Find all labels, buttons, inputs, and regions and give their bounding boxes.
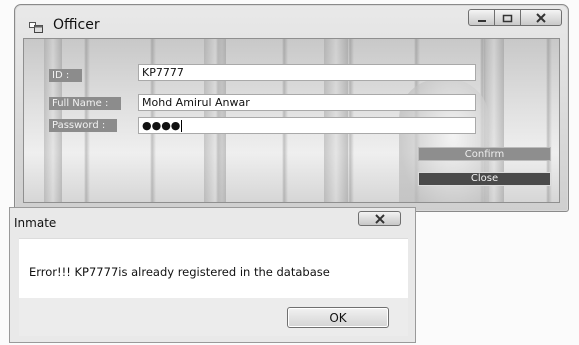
- fullname-label: Full Name :: [49, 97, 121, 110]
- error-message: Error!!! KP7777is already registered in …: [29, 265, 330, 279]
- window-close-button[interactable]: [520, 9, 562, 26]
- confirm-button[interactable]: Confirm: [418, 147, 551, 161]
- fullname-value: Mohd Amirul Anwar: [142, 96, 250, 109]
- id-field[interactable]: KP7777: [138, 64, 476, 81]
- close-button[interactable]: Close: [418, 172, 551, 186]
- minimize-button[interactable]: [468, 9, 495, 26]
- password-value: ●●●●: [142, 119, 181, 132]
- id-value: KP7777: [142, 66, 184, 79]
- officer-form-area: ID : KP7777 Full Name : Mohd Amirul Anwa…: [23, 38, 560, 203]
- id-label: ID :: [49, 69, 82, 82]
- password-label: Password :: [49, 119, 117, 132]
- dialog-footer: OK: [19, 298, 408, 336]
- officer-titlebar[interactable]: Officer: [15, 5, 568, 39]
- officer-window-title: Officer: [53, 17, 100, 33]
- dialog-message-area: Error!!! KP7777is already registered in …: [19, 238, 408, 299]
- app-window-icon: [29, 18, 44, 33]
- dialog-close-button[interactable]: [358, 211, 401, 226]
- officer-window: Officer ID : KP7777 Full Name: Mohd Ami…: [14, 4, 569, 212]
- text-caret: [181, 120, 183, 132]
- close-icon: [535, 8, 547, 27]
- inmate-dialog: Inmate Error!!! KP7777is already registe…: [9, 207, 416, 343]
- maximize-button[interactable]: [495, 9, 520, 26]
- maximize-icon: [502, 8, 513, 27]
- ok-button[interactable]: OK: [287, 307, 389, 328]
- inmate-dialog-title: Inmate: [14, 216, 57, 230]
- minimize-icon: [477, 8, 487, 27]
- password-field[interactable]: ●●●●: [138, 117, 476, 134]
- close-icon: [374, 209, 386, 228]
- caption-buttons: [468, 9, 562, 27]
- fullname-field[interactable]: Mohd Amirul Anwar: [138, 94, 476, 111]
